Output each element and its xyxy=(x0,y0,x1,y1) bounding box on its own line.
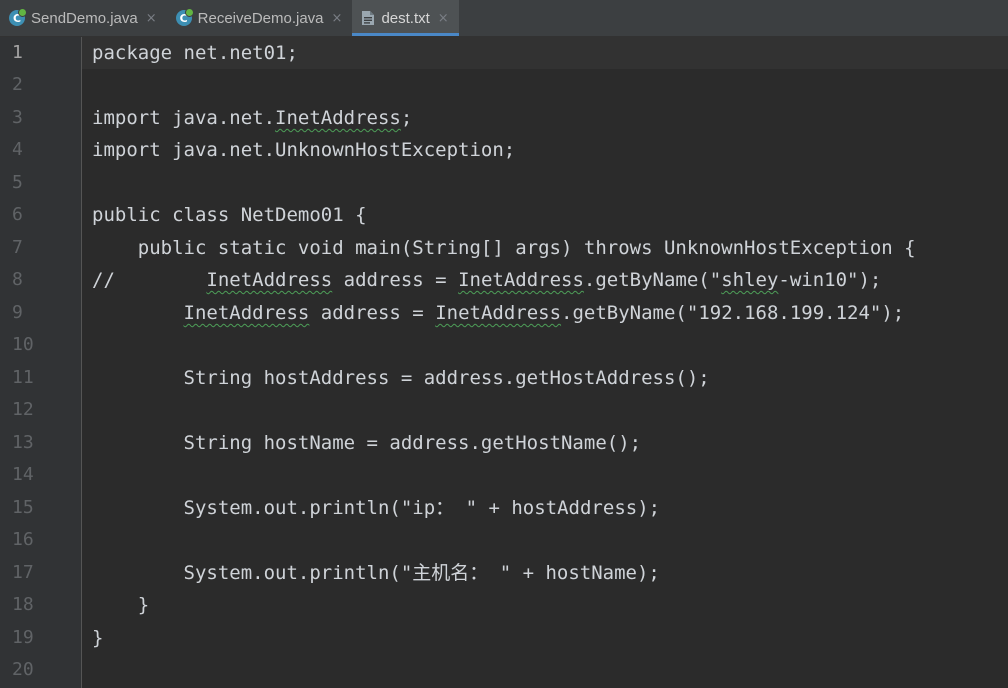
editor-tab-bar: C SendDemo.java × C ReceiveDemo.java × d… xyxy=(0,0,1008,37)
line-number: 15 xyxy=(12,497,34,518)
code-line[interactable]: // InetAddress address = InetAddress.get… xyxy=(92,264,881,296)
line-number: 12 xyxy=(12,399,34,420)
java-class-icon: C xyxy=(175,8,194,26)
code-text: .getByName("192.168.199.124"); xyxy=(561,302,905,324)
code-line[interactable]: System.out.println("主机名： " + hostName); xyxy=(92,557,660,589)
code-line[interactable]: package net.net01; xyxy=(92,37,298,69)
tab-senddemo-java[interactable]: C SendDemo.java × xyxy=(0,0,167,36)
tab-label: ReceiveDemo.java xyxy=(197,9,324,27)
code-line[interactable]: public class NetDemo01 { xyxy=(92,199,367,231)
code-line[interactable]: String hostName = address.getHostName(); xyxy=(92,427,642,459)
line-number: 4 xyxy=(12,139,23,160)
code-text: import java.net. xyxy=(92,107,276,129)
line-number: 1 xyxy=(12,42,23,63)
line-number: 8 xyxy=(12,269,23,290)
line-number: 7 xyxy=(12,237,23,258)
tab-dest-txt[interactable]: dest.txt × xyxy=(352,0,459,36)
line-number: 20 xyxy=(12,659,34,680)
code-text: InetAddress xyxy=(458,269,584,291)
line-number: 2 xyxy=(12,74,23,95)
code-line[interactable]: } xyxy=(92,589,149,621)
line-number: 17 xyxy=(12,562,34,583)
code-text: // xyxy=(92,269,207,291)
code-line[interactable]: import java.net.InetAddress; xyxy=(92,102,412,134)
line-number: 19 xyxy=(12,627,34,648)
line-number: 5 xyxy=(12,172,23,193)
code-text: address = xyxy=(309,302,436,324)
code-line[interactable]: InetAddress address = InetAddress.getByN… xyxy=(92,297,905,329)
close-icon[interactable]: × xyxy=(438,11,449,26)
line-number: 14 xyxy=(12,464,34,485)
line-number: 9 xyxy=(12,302,23,323)
code-text: InetAddress xyxy=(435,302,562,324)
tab-label: dest.txt xyxy=(381,9,430,27)
line-number: 3 xyxy=(12,107,23,128)
line-number: 6 xyxy=(12,204,23,225)
code-line[interactable]: public static void main(String[] args) t… xyxy=(92,232,916,264)
code-text: .getByName(" xyxy=(583,269,722,291)
code-text: -win10"); xyxy=(778,269,882,291)
java-class-icon: C xyxy=(9,8,27,26)
text-file-icon xyxy=(362,11,375,25)
code-line[interactable]: } xyxy=(92,622,103,654)
code-line[interactable]: System.out.println("ip： " + hostAddress)… xyxy=(92,492,661,524)
code-text: InetAddress xyxy=(206,269,333,291)
code-text: ; xyxy=(400,107,413,129)
line-number: 18 xyxy=(12,594,34,615)
tab-receivedemo-java[interactable]: C ReceiveDemo.java × xyxy=(167,0,353,36)
tab-label: SendDemo.java xyxy=(31,9,138,27)
code-text: address = xyxy=(332,269,459,291)
close-icon[interactable]: × xyxy=(332,11,343,26)
code-text: InetAddress xyxy=(275,107,401,129)
line-number: 16 xyxy=(12,529,34,550)
code-text: InetAddress xyxy=(183,302,310,324)
line-number: 10 xyxy=(12,334,34,355)
line-number: 11 xyxy=(12,367,34,388)
code-line[interactable]: String hostAddress = address.getHostAddr… xyxy=(92,362,710,394)
code-text: shley xyxy=(721,269,779,291)
code-line[interactable]: import java.net.UnknownHostException; xyxy=(92,134,515,166)
close-icon[interactable]: × xyxy=(146,11,157,26)
line-number: 13 xyxy=(12,432,34,453)
